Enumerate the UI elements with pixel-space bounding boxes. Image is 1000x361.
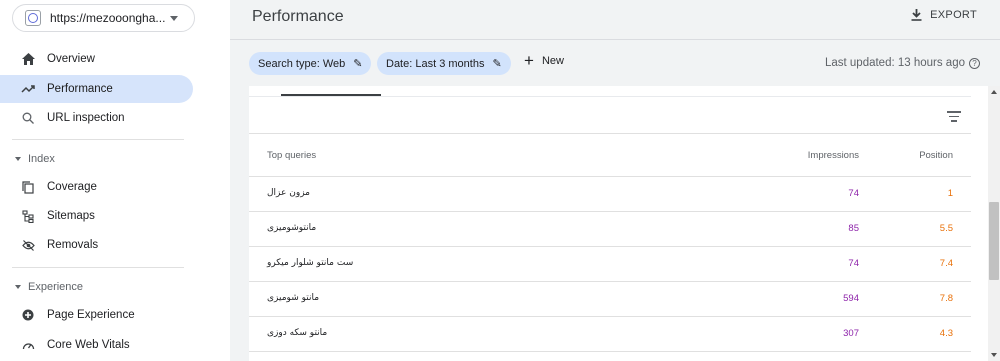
divider: [230, 39, 1000, 40]
query-cell: مانتوشومیزی: [267, 223, 317, 233]
sitemap-icon: [21, 209, 35, 223]
main-content: Performance EXPORT Search type: Web ✎ Da…: [230, 0, 1000, 361]
gauge-icon: [21, 338, 35, 352]
table-row[interactable]: مانتو سکه دوزی 307 4.3: [249, 317, 971, 352]
home-icon: [21, 52, 35, 66]
scrollbar[interactable]: [988, 86, 1000, 361]
edit-icon: ✎: [353, 58, 363, 70]
date-chip[interactable]: Date: Last 3 months ✎: [377, 52, 511, 75]
last-updated: Last updated: 13 hours ago ?: [825, 57, 980, 69]
table-row[interactable]: مانتو شومیزی 594 7.8: [249, 282, 971, 317]
impressions-cell: 85: [848, 223, 859, 234]
chevron-down-icon: [170, 15, 178, 21]
new-filter-button[interactable]: + New: [524, 51, 564, 70]
property-selector[interactable]: https://mezooongha...: [12, 4, 195, 32]
section-label: Experience: [28, 281, 84, 293]
position-cell: 1: [947, 188, 953, 199]
sidebar-item-label: Core Web Vitals: [47, 339, 130, 351]
sidebar-item-performance[interactable]: Performance: [0, 75, 193, 103]
page-experience-icon: [21, 308, 35, 322]
query-cell: مانتو شومیزی: [267, 293, 320, 303]
divider: [12, 267, 184, 268]
coverage-icon: [21, 180, 35, 194]
column-header-position[interactable]: Position: [919, 150, 953, 161]
help-icon[interactable]: ?: [969, 57, 980, 69]
sidebar-item-removals[interactable]: Removals: [0, 231, 193, 259]
property-url: https://mezooongha...: [50, 11, 166, 25]
sidebar-item-label: Sitemaps: [47, 210, 95, 222]
sidebar-item-overview[interactable]: Overview: [0, 45, 193, 73]
export-label: EXPORT: [930, 9, 977, 21]
section-label: Index: [28, 153, 55, 165]
queries-card: Top queries Impressions Position مزون عز…: [249, 86, 1000, 361]
sidebar-item-coverage[interactable]: Coverage: [0, 173, 193, 201]
scroll-up-arrow-icon[interactable]: [991, 90, 997, 94]
sidebar-item-core-web-vitals[interactable]: Core Web Vitals: [0, 331, 193, 359]
impressions-cell: 307: [843, 328, 859, 339]
scrollbar-thumb[interactable]: [989, 202, 999, 280]
table-toolbar: [249, 96, 971, 134]
trending-up-icon: [21, 82, 35, 96]
impressions-cell: 594: [843, 293, 859, 304]
search-icon: [21, 111, 35, 125]
caret-down-icon: [15, 285, 21, 289]
sidebar-item-url-inspection[interactable]: URL inspection: [0, 104, 193, 132]
chip-label: Date: Last 3 months: [386, 57, 485, 70]
column-header-impressions[interactable]: Impressions: [808, 150, 859, 161]
impressions-cell: 74: [848, 258, 859, 269]
table-row[interactable]: مانتوشومیزی 85 5.5: [249, 212, 971, 247]
table-header: Top queries Impressions Position: [249, 135, 971, 177]
plus-icon: +: [524, 51, 534, 70]
sidebar-item-label: URL inspection: [47, 112, 125, 124]
removals-icon: [21, 238, 35, 252]
scroll-down-arrow-icon[interactable]: [991, 353, 997, 357]
section-index-toggle[interactable]: Index: [15, 153, 55, 165]
export-button[interactable]: EXPORT: [911, 9, 977, 21]
sidebar-item-label: Overview: [47, 53, 95, 65]
position-cell: 7.4: [939, 258, 953, 269]
position-cell: 7.8: [939, 293, 953, 304]
edit-icon: ✎: [492, 58, 502, 70]
table-row[interactable]: مزون عزال 74 1: [249, 177, 971, 212]
new-label: New: [541, 55, 564, 67]
sidebar-item-label: Coverage: [47, 181, 97, 193]
page-title: Performance: [252, 8, 344, 25]
sidebar-item-page-experience[interactable]: Page Experience: [0, 301, 193, 329]
sidebar: https://mezooongha... Overview Performan…: [0, 0, 200, 361]
globe-icon: [25, 10, 41, 26]
sidebar-item-sitemaps[interactable]: Sitemaps: [0, 202, 193, 230]
column-header-queries[interactable]: Top queries: [267, 150, 316, 161]
sidebar-item-label: Performance: [47, 83, 113, 95]
query-cell: ست مانتو شلوار میکرو: [267, 258, 354, 268]
query-cell: مانتو سکه دوزی: [267, 328, 328, 338]
position-cell: 4.3: [939, 328, 953, 339]
impressions-cell: 74: [848, 188, 859, 199]
query-cell: مزون عزال: [267, 188, 310, 198]
position-cell: 5.5: [939, 223, 953, 234]
chip-label: Search type: Web: [258, 57, 346, 70]
section-experience-toggle[interactable]: Experience: [15, 281, 83, 293]
table-row[interactable]: ست مانتو شلوار میکرو 74 7.4: [249, 247, 971, 282]
caret-down-icon: [15, 157, 21, 161]
last-updated-text: Last updated: 13 hours ago: [824, 57, 965, 69]
divider: [12, 139, 184, 140]
search-type-chip[interactable]: Search type: Web ✎: [249, 52, 372, 75]
filter-icon[interactable]: [947, 111, 961, 125]
sidebar-item-label: Page Experience: [47, 309, 135, 321]
download-icon: [911, 9, 922, 21]
sidebar-item-label: Removals: [47, 239, 99, 251]
